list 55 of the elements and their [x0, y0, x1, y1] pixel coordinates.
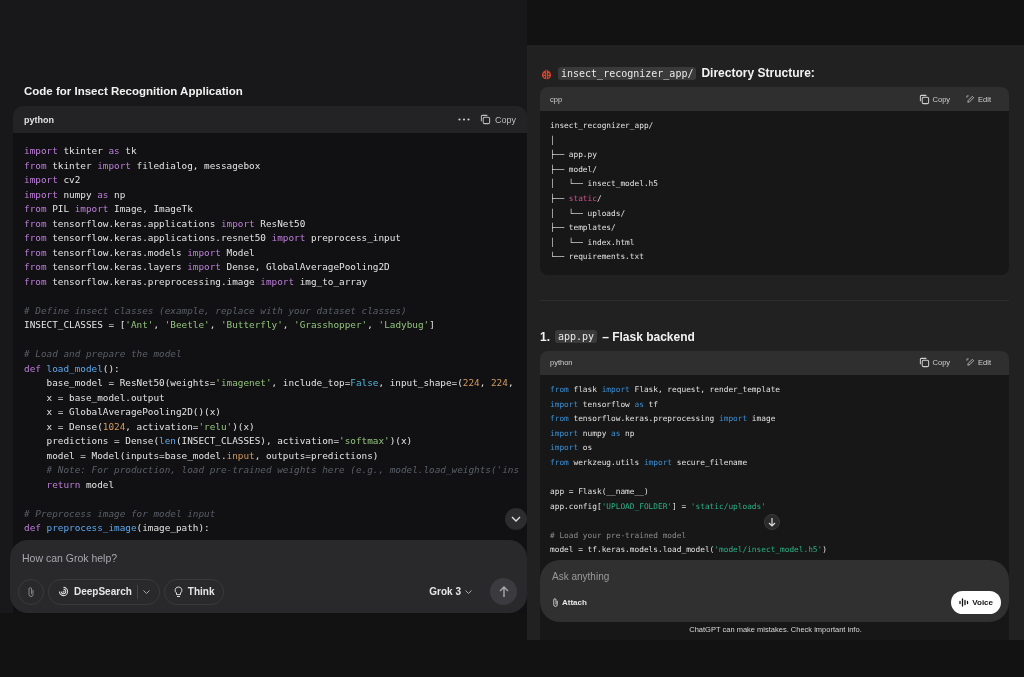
copy-icon	[480, 114, 491, 125]
code-line: from PIL import Image, ImageTk	[24, 203, 193, 214]
inline-code: app.py	[555, 330, 598, 344]
code-line: import cv2	[24, 174, 81, 185]
code-line: from tensorflow.keras.preprocessing.image import img_to_array	[24, 275, 368, 287]
list-number: 1.	[540, 329, 550, 344]
code-line: import tkinter as tk	[24, 145, 137, 156]
lightbulb-icon	[173, 585, 183, 598]
more-icon[interactable]	[458, 118, 470, 121]
paperclip-icon	[552, 597, 559, 608]
code-line: # Define insect classes (example, replace with your dataset classes)	[24, 304, 407, 316]
code-line: x = Dense(1024, activation='relu')(x)	[45, 420, 255, 432]
send-button[interactable]	[490, 578, 517, 605]
arrow-up-icon	[498, 585, 509, 598]
section-heading: Directory Structure:	[701, 66, 815, 80]
code-line: # Preprocess image for model input	[24, 507, 216, 519]
code-line: from tensorflow.keras.applications.resnet50 import preprocess_input	[24, 232, 401, 243]
code-line: INSECT_CLASSES = ['Ant', 'Beetle', 'Butterfly', 'Grasshopper', 'Ladybug']	[24, 319, 435, 330]
chevron-down-icon	[465, 589, 472, 594]
code-line: model = Model(inputs=base_model.input, outputs=predictions)	[45, 449, 379, 461]
attach-button[interactable]: Attach	[552, 597, 587, 608]
arrow-down-icon	[768, 517, 776, 527]
paperclip-icon	[27, 585, 35, 598]
swirl-icon	[58, 586, 69, 597]
model-selector[interactable]: Grok 3	[423, 585, 478, 598]
copy-icon	[918, 357, 930, 369]
chevron-down-icon	[142, 589, 150, 594]
section-heading: Code for Insect Recognition Application	[24, 85, 244, 97]
code-line: # Load and prepare the model	[24, 348, 182, 359]
code-line: x = base_model.output	[45, 391, 165, 403]
code-line: from tensorflow.keras.applications import ResNet50	[24, 217, 306, 229]
code-line: from tkinter import filedialog, messagebox	[24, 159, 261, 171]
code-line: x = GlobalAveragePooling2D()(x)	[45, 406, 221, 417]
pencil-icon	[966, 94, 976, 104]
prompt-field[interactable]: Ask anything	[552, 569, 852, 583]
copy-icon	[918, 93, 930, 105]
ladybug-icon	[540, 66, 553, 80]
voice-button[interactable]: Voice	[951, 591, 1001, 614]
code-line: from tensorflow.keras.models import Model	[24, 246, 255, 258]
pencil-icon	[966, 358, 976, 368]
copy-button[interactable]: Copy	[480, 114, 516, 125]
waveform-icon	[959, 598, 970, 607]
code-line: def preprocess_image(image_path):	[24, 522, 210, 533]
code-line: def load_model():	[24, 362, 120, 374]
chevron-down-icon	[511, 516, 521, 522]
code-line: import numpy as np	[24, 188, 126, 200]
code-line: predictions = Dense(len(INSECT_CLASSES), activation='softmax')(x)	[45, 435, 413, 446]
inline-code: insect_recognizer_app/	[558, 66, 697, 80]
code-line: return model	[45, 478, 115, 490]
code-line: # Note: For production, load pre-trained weights here (e.g., model.load_weights('ins	[45, 464, 520, 475]
language-label: python	[24, 114, 54, 125]
prompt-field[interactable]: How can Grok help?	[22, 550, 322, 566]
section-heading: – Flask backend	[602, 329, 695, 344]
code-line: base_model = ResNet50(weights='imagenet', include_top=False, input_shape=(224, 224,	[45, 377, 514, 388]
code-line: from tensorflow.keras.layers import Dense, GlobalAveragePooling2D	[24, 261, 390, 272]
